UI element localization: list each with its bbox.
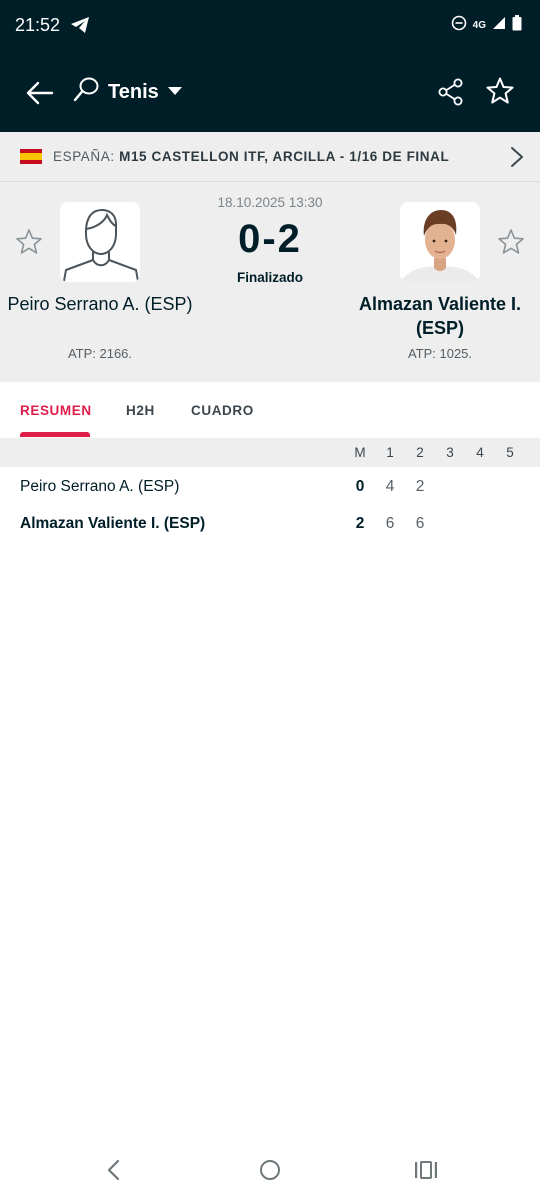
status-icons: 4G [451,15,522,36]
sport-label: Tenis [108,80,159,103]
row-set-2-score: 6 [415,515,425,532]
home-player-name[interactable]: Peiro Serrano A. (ESP) [5,292,195,316]
back-arrow-icon[interactable] [24,77,56,109]
away-player-name[interactable]: Almazan Valiente I. (ESP) [345,292,535,340]
column-header-set-4: 4 [476,445,484,460]
row-sets-won: 2 [355,515,365,532]
home-player-rank: ATP: 2166. [67,346,133,361]
chevron-right-icon [510,146,524,173]
tab-cuadro[interactable]: CUADRO [191,403,254,418]
column-header-sets: M [354,445,366,460]
nav-home-icon[interactable] [259,1159,281,1186]
app-bar: Tenis [0,52,540,132]
away-player-favorite-star-icon[interactable] [496,227,526,257]
match-score: 0-2 [238,217,302,261]
column-header-set-3: 3 [446,445,454,460]
tennis-racket-icon [72,76,100,109]
home-player-favorite-star-icon[interactable] [14,227,44,257]
favorite-star-icon[interactable] [485,76,515,106]
match-header: Peiro Serrano A. (ESP) ATP: 2166. 18.10.… [0,182,540,382]
row-set-1-score: 4 [385,478,395,495]
row-player-name: Peiro Serrano A. (ESP) [20,478,180,495]
nav-back-icon[interactable] [102,1158,126,1187]
player-photo [400,202,480,282]
match-status: Finalizado [236,270,303,285]
away-player-avatar[interactable] [400,202,480,282]
row-set-1-score: 6 [385,515,395,532]
battery-icon [512,15,522,36]
do-not-disturb-icon [451,15,467,36]
system-navigation-bar [0,1140,540,1200]
row-player-name: Almazan Valiente I. (ESP) [20,515,206,532]
dropdown-caret-icon [167,83,183,101]
tournament-country: ESPAÑA: [53,149,115,164]
tournament-link[interactable]: ESPAÑA: M15 CASTELLON ITF, ARCILLA - 1/1… [0,132,540,182]
column-header-set-5: 5 [506,445,514,460]
telegram-icon [70,16,90,39]
share-icon[interactable] [436,77,466,107]
scoreboard-row: Peiro Serrano A. (ESP) 0 4 2 [0,468,540,505]
nav-recents-icon[interactable] [414,1160,438,1185]
status-bar: 21:52 4G [0,0,540,52]
column-header-set-1: 1 [386,445,394,460]
scoreboard-header: M 1 2 3 4 5 [0,438,540,467]
signal-icon [492,16,506,35]
person-placeholder-icon [63,208,139,282]
tab-h2h[interactable]: H2H [126,403,155,418]
match-date: 18.10.2025 13:30 [217,195,323,210]
tab-resumen[interactable]: RESUMEN [20,403,92,418]
tournament-name: M15 CASTELLON ITF, ARCILLA - 1/16 DE FIN… [119,149,450,164]
spain-flag-icon [20,149,42,164]
status-time: 21:52 [15,15,61,35]
row-sets-won: 0 [355,478,365,495]
column-header-set-2: 2 [416,445,424,460]
row-set-2-score: 2 [415,478,425,495]
active-tab-indicator [20,432,90,437]
home-player-avatar[interactable] [60,202,140,282]
network-type-label: 4G [472,19,486,31]
tournament-title: ESPAÑA: M15 CASTELLON ITF, ARCILLA - 1/1… [53,149,449,164]
detail-tabs: RESUMEN H2H CUADRO [0,382,540,438]
sport-selector[interactable]: Tenis [72,76,183,108]
away-player-rank: ATP: 1025. [407,346,473,361]
scoreboard-row: Almazan Valiente I. (ESP) 2 6 6 [0,505,540,542]
